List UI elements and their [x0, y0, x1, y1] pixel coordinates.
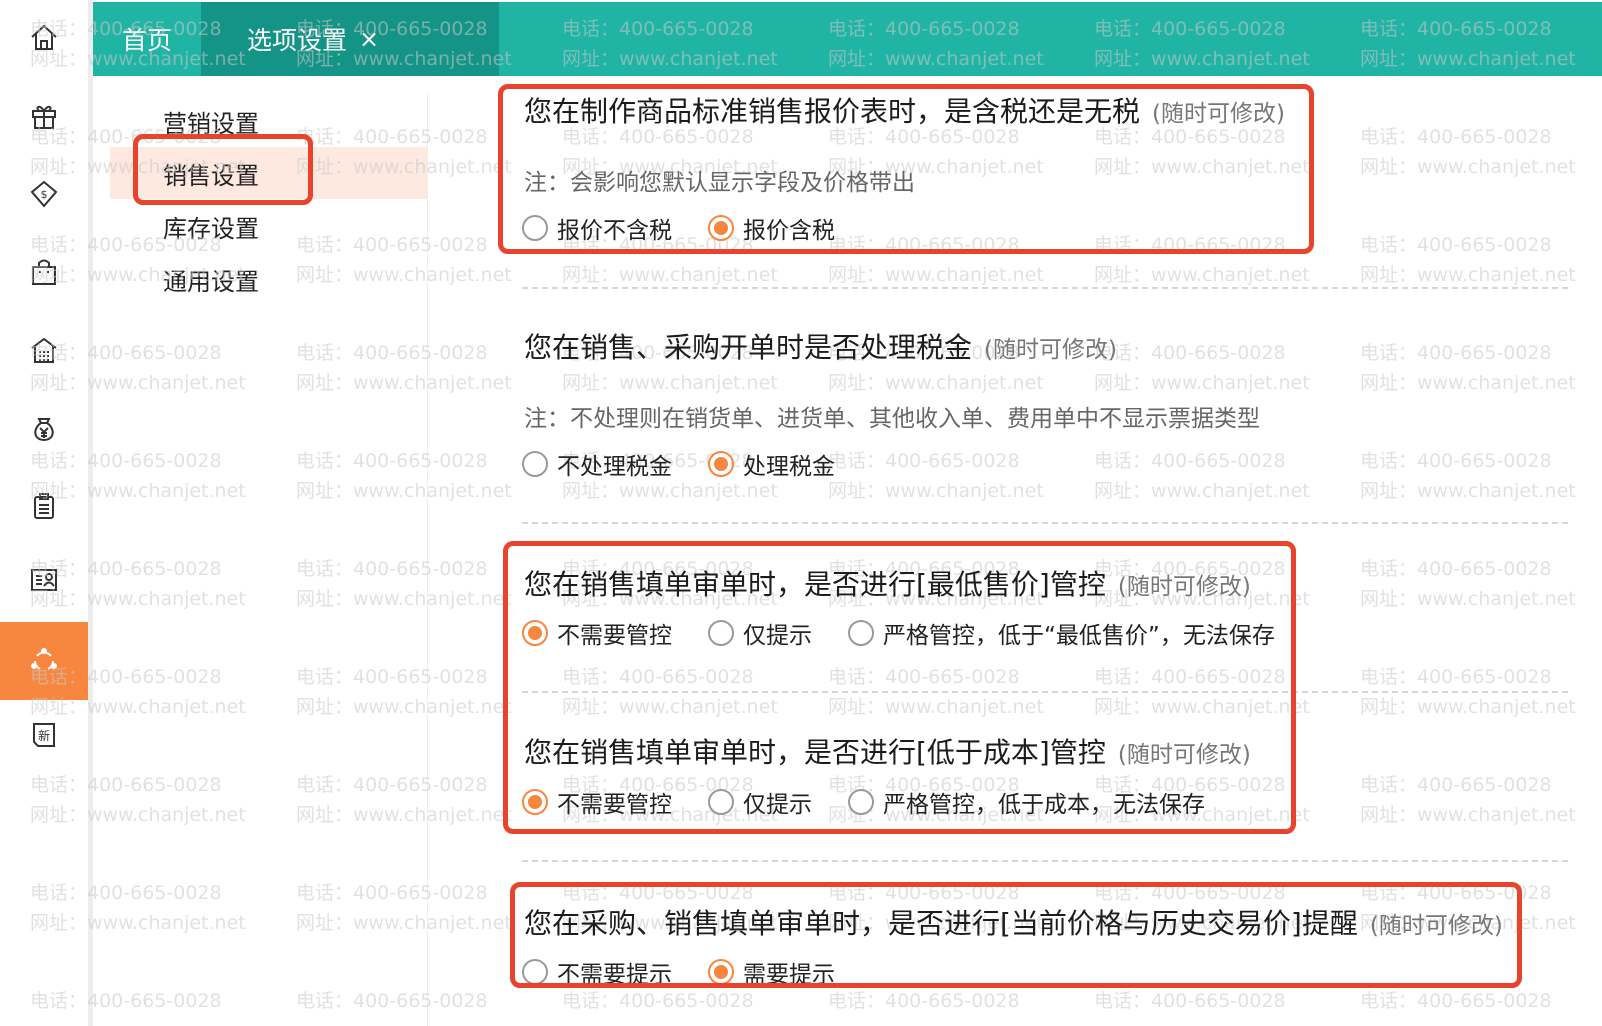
nav-item-label: 通用设置 — [163, 267, 259, 296]
watermark-text: 电话：400-665-0028 网址：www.chanjet.net — [1360, 234, 1576, 286]
highlight-box-section-1 — [498, 84, 1314, 254]
contact-card-icon[interactable] — [0, 550, 88, 610]
tab-home[interactable]: 首页 — [93, 2, 201, 76]
radio-option[interactable]: 不处理税金 — [522, 447, 672, 481]
highlight-box-sections-3-4 — [503, 541, 1296, 834]
radio-circle[interactable] — [522, 451, 548, 477]
close-icon[interactable]: × — [359, 25, 379, 53]
section-title-text: 您在销售、采购开单时是否处理税金 — [524, 331, 973, 364]
clipboard-icon[interactable] — [0, 476, 88, 536]
watermark-text: 电话：400-665-0028 网址：www.chanjet.net — [1360, 558, 1576, 610]
radio-label: 不处理税金 — [557, 454, 672, 480]
watermark-text: 电话：400-665-0028 — [828, 990, 1020, 1012]
icon-rail: $ 新 — [0, 0, 88, 1026]
radio-group: 不处理税金 处理税金 — [522, 447, 871, 481]
tab-options-label: 选项设置 — [247, 26, 348, 55]
tab-home-label: 首页 — [121, 26, 172, 55]
nav-item-label: 库存设置 — [163, 214, 259, 243]
watermark-text: 电话：400-665-0028 — [1360, 990, 1552, 1012]
watermark-text: 电话：400-665-0028 网址：www.chanjet.net — [1094, 342, 1310, 394]
rail-divider — [88, 0, 93, 1026]
section-note: 注：不处理则在销货单、进货单、其他收入单、费用单中不显示票据类型 — [524, 406, 1260, 432]
nav-item-general[interactable]: 通用设置 — [110, 253, 428, 305]
svg-text:$: $ — [41, 188, 48, 201]
settings-loop-icon[interactable] — [0, 622, 88, 700]
tab-bar: 首页 选项设置 × — [93, 2, 1602, 76]
money-bag-icon[interactable]: $ — [0, 164, 88, 224]
section-hint: (随时可修改) — [984, 337, 1117, 363]
radio-label: 处理税金 — [743, 454, 835, 480]
radio-circle-checked[interactable] — [708, 451, 734, 477]
svg-text:新: 新 — [38, 728, 50, 743]
new-badge-icon[interactable]: 新 — [0, 705, 88, 765]
watermark-text: 电话：400-665-0028 — [562, 990, 754, 1012]
warehouse-icon[interactable] — [0, 320, 88, 380]
section-title: 您在销售、采购开单时是否处理税金 (随时可修改) — [524, 326, 1117, 366]
section-divider — [522, 860, 1568, 862]
watermark-text: 电话：400-665-0028 网址：www.chanjet.net — [1360, 342, 1576, 394]
section-divider — [522, 522, 1568, 524]
highlight-box-section-5 — [510, 882, 1522, 988]
radio-option[interactable]: 处理税金 — [708, 447, 835, 481]
shopping-bag-icon[interactable] — [0, 242, 88, 302]
section-divider — [522, 287, 1568, 289]
gift-icon[interactable] — [0, 86, 88, 146]
watermark-text: 电话：400-665-0028 网址：www.chanjet.net — [1094, 450, 1310, 502]
watermark-text: 电话：400-665-0028 网址：www.chanjet.net — [1360, 126, 1576, 178]
watermark-text: 电话：400-665-0028 — [1094, 990, 1286, 1012]
nav-item-inventory[interactable]: 库存设置 — [110, 200, 428, 252]
tab-options-settings[interactable]: 选项设置 × — [201, 2, 499, 76]
yen-bag-icon[interactable] — [0, 398, 88, 458]
watermark-text: 电话：400-665-0028 网址：www.chanjet.net — [1360, 450, 1576, 502]
home-icon[interactable] — [0, 8, 88, 68]
highlight-box-nav-sales — [133, 134, 313, 205]
settings-nav: 营销设置 销售设置 库存设置 通用设置 — [110, 93, 428, 1026]
watermark-text: 电话：400-665-0028 网址：www.chanjet.net — [1360, 774, 1576, 826]
